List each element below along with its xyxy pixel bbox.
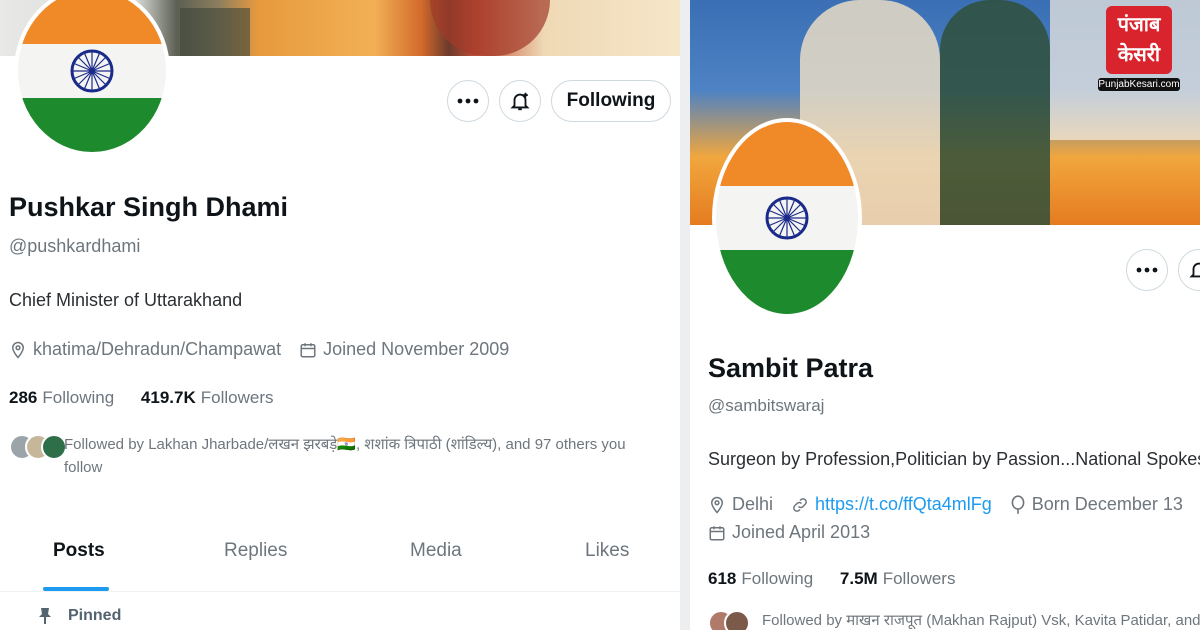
following-count: 286 xyxy=(9,388,38,407)
tab-likes[interactable]: Likes xyxy=(585,540,629,562)
tab-replies[interactable]: Replies xyxy=(224,540,287,562)
joined-text: Joined November 2009 xyxy=(323,339,510,359)
balloon-icon xyxy=(1011,494,1025,514)
more-icon xyxy=(457,98,479,104)
profile-avatar[interactable] xyxy=(712,118,862,318)
joined-text: Joined April 2013 xyxy=(732,522,871,542)
profile-location: khatima/Dehradun/Champawat xyxy=(9,339,281,360)
followed-by-avatars[interactable] xyxy=(708,610,750,630)
profile-display-name: Sambit Patra xyxy=(708,353,874,383)
profile-handle: @sambitswaraj xyxy=(708,396,825,415)
following-button[interactable]: Following xyxy=(551,80,671,122)
profile-joined: Joined April 2013 xyxy=(708,522,870,543)
followers-count: 7.5M xyxy=(839,569,878,588)
pin-icon xyxy=(39,608,51,624)
follow-counts: 286 Following 419.7K Followers xyxy=(9,388,296,408)
brand-line: केसरी xyxy=(1117,44,1161,66)
punjab-kesari-watermark: पंजाब केसरी PunjabKesari.com xyxy=(1098,6,1180,91)
followed-by-text[interactable]: Followed by माखन राजपूत (Makhan Rajput) … xyxy=(762,609,1200,630)
following-label: Following xyxy=(42,388,115,407)
birthday-text: Born December 13 xyxy=(1031,494,1183,514)
ashoka-chakra-icon xyxy=(765,196,809,240)
tab-posts[interactable]: Posts xyxy=(53,540,105,562)
right-profile-screenshot: Sambit Patra @sambitswaraj Surgeon by Pr… xyxy=(690,0,1200,630)
followed-by-text[interactable]: Followed by Lakhan Jharbade/लखन झरबड़े🇮🇳… xyxy=(64,433,674,479)
profile-location: Delhi xyxy=(708,494,773,515)
more-icon xyxy=(1136,267,1158,273)
link-icon xyxy=(793,497,807,512)
screenshot-gutter xyxy=(680,0,690,630)
followed-by-line: follow xyxy=(64,459,103,476)
more-options-button[interactable] xyxy=(447,80,489,122)
more-options-button[interactable] xyxy=(1126,249,1168,291)
followed-by-line: Followed by Lakhan Jharbade/लखन झरबड़े🇮🇳… xyxy=(64,436,626,453)
notification-bell-icon xyxy=(1189,262,1200,278)
profile-meta: Delhi https://t.co/ffQta4mlFg Born Decem… xyxy=(708,494,1200,515)
notification-bell-icon xyxy=(510,92,530,111)
notifications-button[interactable] xyxy=(499,80,541,122)
profile-joined: Joined November 2009 xyxy=(299,339,509,360)
notifications-button[interactable] xyxy=(1178,249,1200,291)
following-count-link[interactable]: 618 Following xyxy=(708,569,813,588)
website-link[interactable]: https://t.co/ffQta4mlFg xyxy=(815,494,992,515)
profile-meta-joined: Joined April 2013 xyxy=(708,522,888,543)
profile-bio: Surgeon by Profession,Politician by Pass… xyxy=(708,449,1200,469)
tab-media[interactable]: Media xyxy=(410,540,462,562)
location-pin-icon xyxy=(11,341,25,359)
followers-label: Followers xyxy=(200,388,274,407)
profile-website[interactable]: https://t.co/ffQta4mlFg xyxy=(791,494,992,515)
brand-logo: पंजाब केसरी xyxy=(1106,6,1172,74)
brand-url: PunjabKesari.com xyxy=(1098,78,1180,91)
tabs-divider xyxy=(0,591,680,592)
calendar-icon xyxy=(300,342,316,357)
location-text: Delhi xyxy=(732,494,774,514)
pinned-label: Pinned xyxy=(38,607,121,625)
followers-count-link[interactable]: 419.7K Followers xyxy=(141,388,274,407)
profile-birthday: Born December 13 xyxy=(1010,494,1183,515)
pinned-text: Pinned xyxy=(68,607,122,624)
profile-display-name: Pushkar Singh Dhami xyxy=(9,192,289,222)
followers-count: 419.7K xyxy=(140,388,196,407)
followed-by-avatars[interactable] xyxy=(9,434,67,460)
followers-label: Followers xyxy=(882,569,956,588)
following-count: 618 xyxy=(708,569,737,588)
brand-line: पंजाब xyxy=(1117,14,1161,36)
following-count-link[interactable]: 286 Following xyxy=(9,388,114,407)
location-text: khatima/Dehradun/Champawat xyxy=(33,339,282,359)
avatar xyxy=(724,610,750,630)
calendar-icon xyxy=(709,525,725,540)
ashoka-chakra-icon xyxy=(70,49,114,93)
following-label: Following xyxy=(741,569,814,588)
profile-meta: khatima/Dehradun/Champawat Joined Novemb… xyxy=(9,339,527,360)
follow-counts: 618 Following 7.5M Followers xyxy=(708,569,977,589)
profile-bio: Chief Minister of Uttarakhand xyxy=(9,290,243,310)
profile-handle: @pushkardhami xyxy=(9,236,141,256)
location-pin-icon xyxy=(710,496,724,514)
followers-count-link[interactable]: 7.5M Followers xyxy=(840,569,956,588)
